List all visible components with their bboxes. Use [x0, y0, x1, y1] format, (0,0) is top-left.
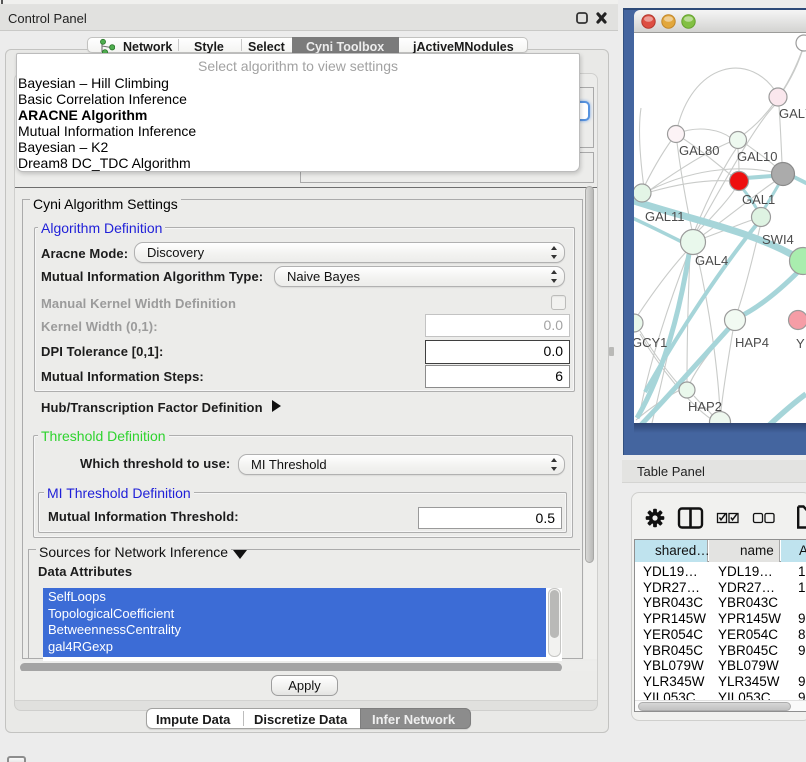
svg-text:GAL7: GAL7 [779, 106, 806, 121]
svg-text:Y: Y [796, 336, 805, 351]
svg-text:GAL1: GAL1 [742, 192, 775, 207]
svg-text:GAL11: GAL11 [645, 209, 685, 224]
svg-text:GAL80: GAL80 [679, 143, 719, 158]
svg-text:GCY1: GCY1 [634, 335, 667, 350]
svg-text:GAL4: GAL4 [695, 253, 728, 268]
svg-text:HAP2: HAP2 [688, 399, 722, 414]
svg-text:SWI4: SWI4 [762, 232, 794, 247]
svg-text:GAL10: GAL10 [737, 149, 777, 164]
svg-text:HAP4: HAP4 [735, 335, 769, 350]
